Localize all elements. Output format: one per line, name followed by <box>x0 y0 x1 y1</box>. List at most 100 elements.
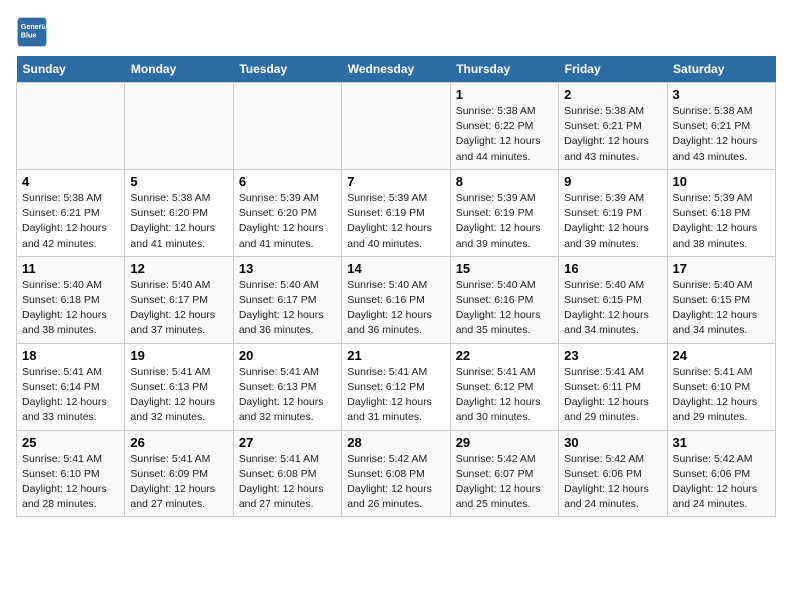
day-number: 5 <box>130 174 227 189</box>
week-row-2: 4Sunrise: 5:38 AM Sunset: 6:21 PM Daylig… <box>17 169 776 256</box>
day-number: 31 <box>673 435 770 450</box>
day-number: 7 <box>347 174 444 189</box>
day-info: Sunrise: 5:40 AM Sunset: 6:17 PM Dayligh… <box>130 279 215 337</box>
day-number: 29 <box>456 435 553 450</box>
day-info: Sunrise: 5:41 AM Sunset: 6:14 PM Dayligh… <box>22 366 107 424</box>
svg-text:Blue: Blue <box>21 31 37 40</box>
day-cell: 19Sunrise: 5:41 AM Sunset: 6:13 PM Dayli… <box>125 343 233 430</box>
day-number: 14 <box>347 261 444 276</box>
day-number: 18 <box>22 348 119 363</box>
header-cell-friday: Friday <box>559 56 667 83</box>
day-info: Sunrise: 5:40 AM Sunset: 6:16 PM Dayligh… <box>347 279 432 337</box>
day-cell: 2 Sunrise: 5:38 AM Sunset: 6:21 PM Daylig… <box>559 83 667 170</box>
day-cell: 25 Sunrise: 5:41 AM Sunset: 6:10 PM Dayli… <box>17 430 125 517</box>
day-cell: 5Sunrise: 5:38 AM Sunset: 6:20 PM Daylig… <box>125 169 233 256</box>
day-info: Sunrise: 5:39 AM Sunset: 6:19 PM Dayligh… <box>347 192 432 250</box>
day-info: Sunrise: 5:40 AM Sunset: 6:15 PM Dayligh… <box>673 279 758 337</box>
day-cell: 16Sunrise: 5:40 AM Sunset: 6:15 PM Dayli… <box>559 256 667 343</box>
day-cell <box>17 83 125 170</box>
logo: General Blue <box>16 16 52 48</box>
day-cell <box>125 83 233 170</box>
day-number: 6 <box>239 174 336 189</box>
day-cell: 26 Sunrise: 5:41 AM Sunset: 6:09 PM Dayli… <box>125 430 233 517</box>
day-info: Sunrise: 5:42 AM Sunset: 6:08 PM Dayligh… <box>347 453 432 511</box>
day-info: Sunrise: 5:41 AM Sunset: 6:08 PM Dayligh… <box>239 453 324 511</box>
day-info: Sunrise: 5:38 AM Sunset: 6:21 PM Dayligh… <box>564 105 649 163</box>
header-cell-wednesday: Wednesday <box>342 56 450 83</box>
day-cell: 3 Sunrise: 5:38 AM Sunset: 6:21 PM Daylig… <box>667 83 775 170</box>
week-row-3: 11 Sunrise: 5:40 AM Sunset: 6:18 PM Dayli… <box>17 256 776 343</box>
day-cell <box>342 83 450 170</box>
day-number: 3 <box>673 87 770 102</box>
day-cell: 28 Sunrise: 5:42 AM Sunset: 6:08 PM Dayli… <box>342 430 450 517</box>
day-number: 25 <box>22 435 119 450</box>
header-cell-sunday: Sunday <box>17 56 125 83</box>
day-cell: 30Sunrise: 5:42 AM Sunset: 6:06 PM Dayli… <box>559 430 667 517</box>
day-info: Sunrise: 5:39 AM Sunset: 6:20 PM Dayligh… <box>239 192 324 250</box>
day-number: 26 <box>130 435 227 450</box>
day-cell: 27 Sunrise: 5:41 AM Sunset: 6:08 PM Dayli… <box>233 430 341 517</box>
day-cell: 12 Sunrise: 5:40 AM Sunset: 6:17 PM Dayli… <box>125 256 233 343</box>
header-cell-thursday: Thursday <box>450 56 558 83</box>
day-number: 15 <box>456 261 553 276</box>
day-info: Sunrise: 5:38 AM Sunset: 6:21 PM Dayligh… <box>22 192 107 250</box>
day-cell: 9 Sunrise: 5:39 AM Sunset: 6:19 PM Daylig… <box>559 169 667 256</box>
day-cell: 15 Sunrise: 5:40 AM Sunset: 6:16 PM Dayli… <box>450 256 558 343</box>
day-cell: 8 Sunrise: 5:39 AM Sunset: 6:19 PM Daylig… <box>450 169 558 256</box>
header-cell-tuesday: Tuesday <box>233 56 341 83</box>
page-header: General Blue <box>16 16 776 48</box>
day-info: Sunrise: 5:38 AM Sunset: 6:22 PM Dayligh… <box>456 105 541 163</box>
day-info: Sunrise: 5:41 AM Sunset: 6:13 PM Dayligh… <box>239 366 324 424</box>
header-row: SundayMondayTuesdayWednesdayThursdayFrid… <box>17 56 776 83</box>
day-info: Sunrise: 5:40 AM Sunset: 6:18 PM Dayligh… <box>22 279 107 337</box>
day-number: 9 <box>564 174 661 189</box>
day-number: 28 <box>347 435 444 450</box>
day-number: 11 <box>22 261 119 276</box>
day-info: Sunrise: 5:40 AM Sunset: 6:17 PM Dayligh… <box>239 279 324 337</box>
day-number: 10 <box>673 174 770 189</box>
day-info: Sunrise: 5:39 AM Sunset: 6:19 PM Dayligh… <box>564 192 649 250</box>
day-info: Sunrise: 5:39 AM Sunset: 6:19 PM Dayligh… <box>456 192 541 250</box>
logo-icon: General Blue <box>16 16 48 48</box>
day-cell: 6 Sunrise: 5:39 AM Sunset: 6:20 PM Daylig… <box>233 169 341 256</box>
day-info: Sunrise: 5:40 AM Sunset: 6:16 PM Dayligh… <box>456 279 541 337</box>
calendar-table: SundayMondayTuesdayWednesdayThursdayFrid… <box>16 56 776 517</box>
day-cell: 7 Sunrise: 5:39 AM Sunset: 6:19 PM Daylig… <box>342 169 450 256</box>
day-info: Sunrise: 5:42 AM Sunset: 6:07 PM Dayligh… <box>456 453 541 511</box>
day-cell: 10 Sunrise: 5:39 AM Sunset: 6:18 PM Dayli… <box>667 169 775 256</box>
day-number: 24 <box>673 348 770 363</box>
day-cell: 23 Sunrise: 5:41 AM Sunset: 6:11 PM Dayli… <box>559 343 667 430</box>
day-cell: 11 Sunrise: 5:40 AM Sunset: 6:18 PM Dayli… <box>17 256 125 343</box>
day-cell: 4Sunrise: 5:38 AM Sunset: 6:21 PM Daylig… <box>17 169 125 256</box>
header-cell-saturday: Saturday <box>667 56 775 83</box>
day-number: 21 <box>347 348 444 363</box>
day-cell: 31 Sunrise: 5:42 AM Sunset: 6:06 PM Dayli… <box>667 430 775 517</box>
day-cell: 13 Sunrise: 5:40 AM Sunset: 6:17 PM Dayli… <box>233 256 341 343</box>
day-number: 1 <box>456 87 553 102</box>
week-row-5: 25 Sunrise: 5:41 AM Sunset: 6:10 PM Dayli… <box>17 430 776 517</box>
day-number: 17 <box>673 261 770 276</box>
day-number: 12 <box>130 261 227 276</box>
day-info: Sunrise: 5:39 AM Sunset: 6:18 PM Dayligh… <box>673 192 758 250</box>
day-number: 13 <box>239 261 336 276</box>
day-number: 19 <box>130 348 227 363</box>
day-number: 2 <box>564 87 661 102</box>
day-number: 8 <box>456 174 553 189</box>
day-cell: 29 Sunrise: 5:42 AM Sunset: 6:07 PM Dayli… <box>450 430 558 517</box>
day-cell: 17 Sunrise: 5:40 AM Sunset: 6:15 PM Dayli… <box>667 256 775 343</box>
day-cell: 18 Sunrise: 5:41 AM Sunset: 6:14 PM Dayli… <box>17 343 125 430</box>
day-info: Sunrise: 5:41 AM Sunset: 6:09 PM Dayligh… <box>130 453 215 511</box>
day-cell: 21 Sunrise: 5:41 AM Sunset: 6:12 PM Dayli… <box>342 343 450 430</box>
day-info: Sunrise: 5:38 AM Sunset: 6:21 PM Dayligh… <box>673 105 758 163</box>
day-number: 30 <box>564 435 661 450</box>
day-info: Sunrise: 5:42 AM Sunset: 6:06 PM Dayligh… <box>673 453 758 511</box>
day-number: 27 <box>239 435 336 450</box>
day-info: Sunrise: 5:41 AM Sunset: 6:12 PM Dayligh… <box>347 366 432 424</box>
day-info: Sunrise: 5:41 AM Sunset: 6:11 PM Dayligh… <box>564 366 649 424</box>
day-cell: 22Sunrise: 5:41 AM Sunset: 6:12 PM Dayli… <box>450 343 558 430</box>
day-cell: 14 Sunrise: 5:40 AM Sunset: 6:16 PM Dayli… <box>342 256 450 343</box>
day-number: 23 <box>564 348 661 363</box>
day-info: Sunrise: 5:41 AM Sunset: 6:10 PM Dayligh… <box>22 453 107 511</box>
day-cell: 24 Sunrise: 5:41 AM Sunset: 6:10 PM Dayli… <box>667 343 775 430</box>
day-info: Sunrise: 5:41 AM Sunset: 6:10 PM Dayligh… <box>673 366 758 424</box>
